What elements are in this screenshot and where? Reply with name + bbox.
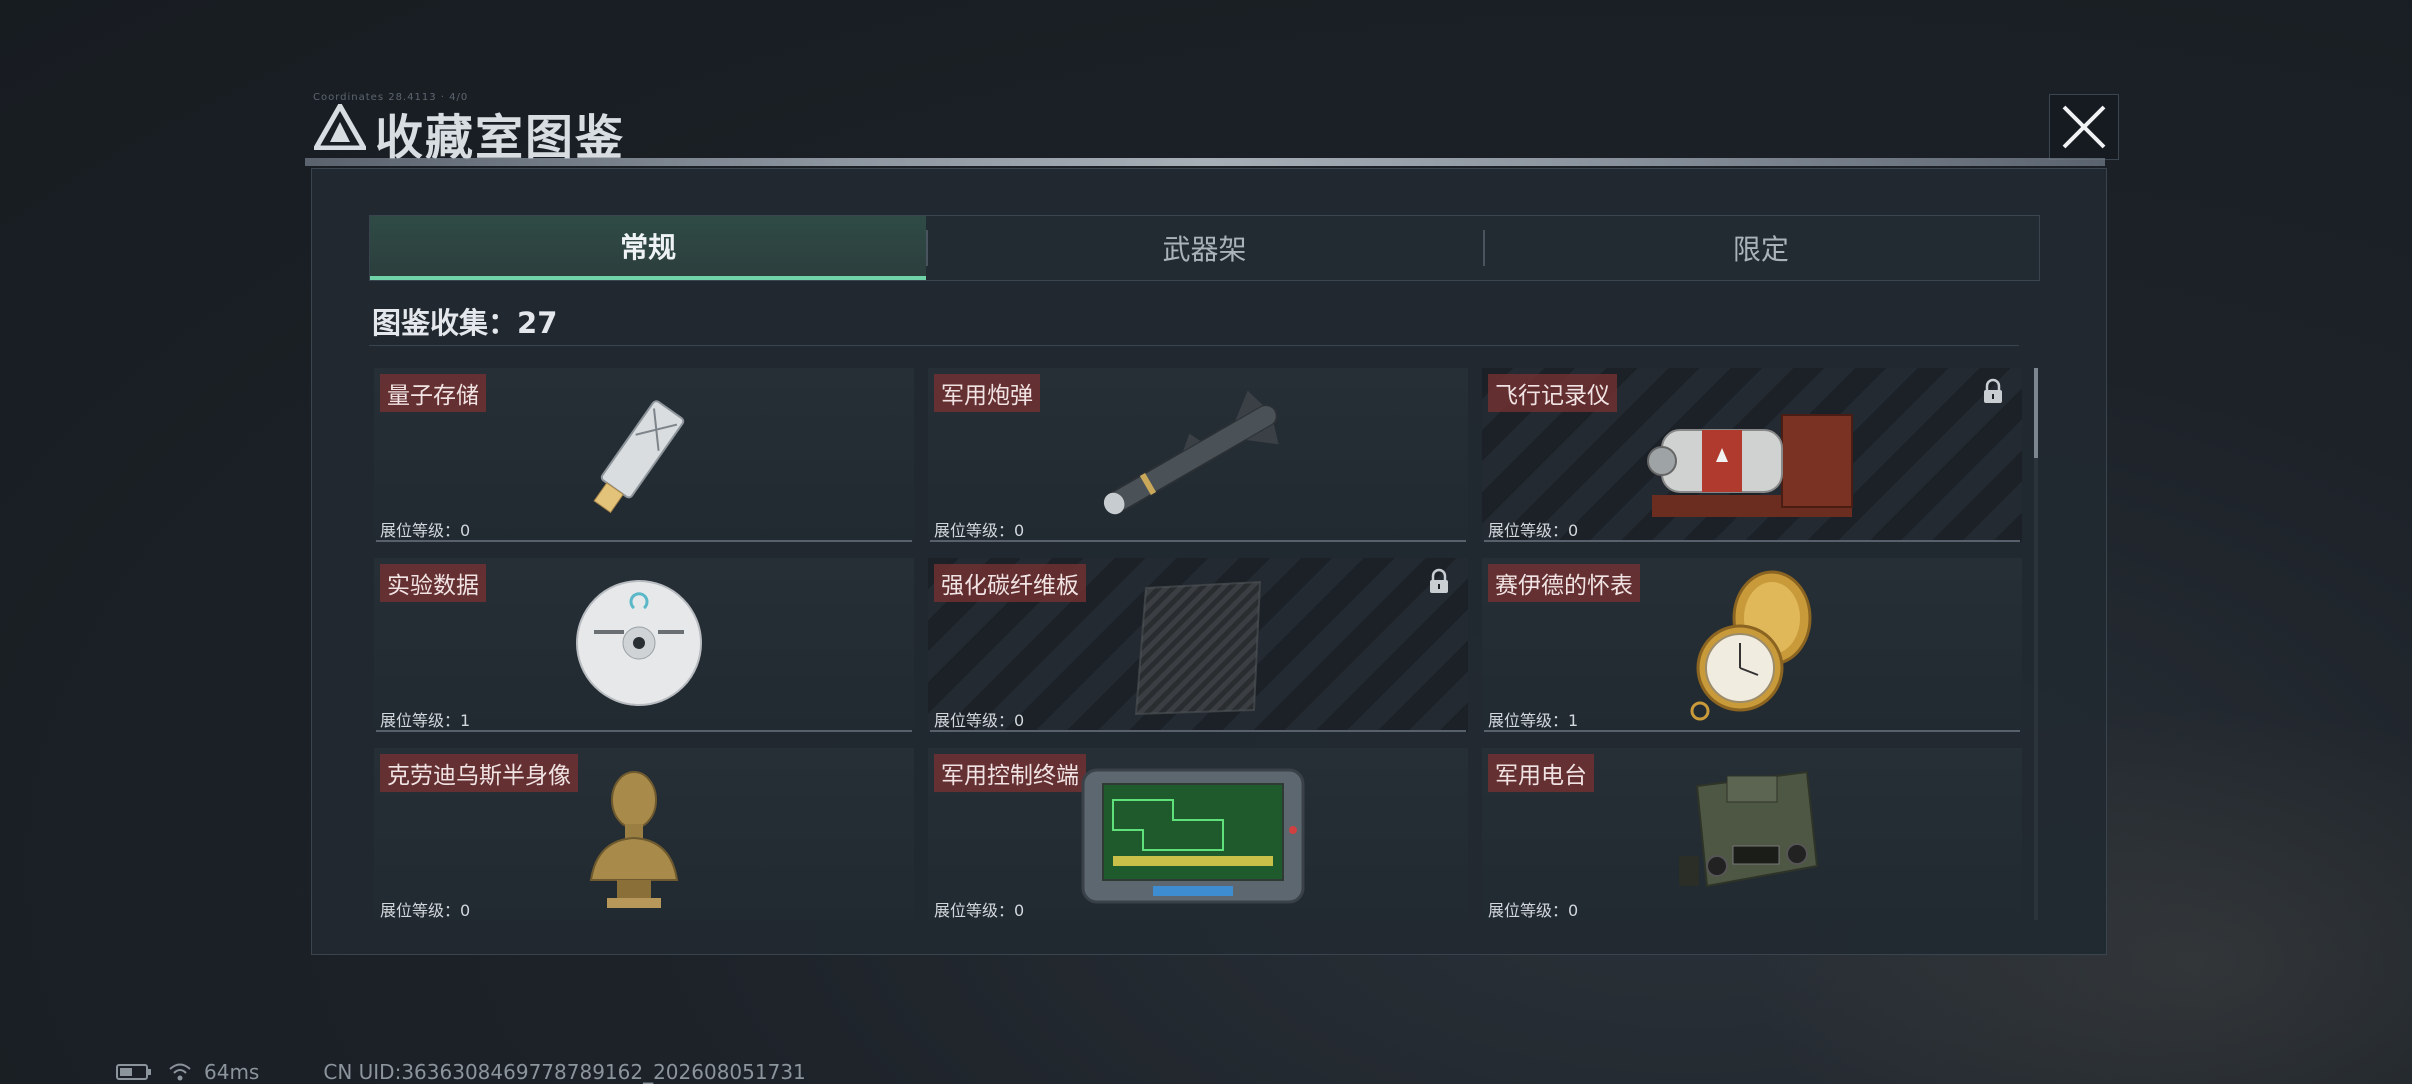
dialog-header: Coordinates 28.4113 · 4/0 收藏室图鉴 <box>305 92 2119 166</box>
item-level: 展位等级：0 <box>380 897 470 920</box>
flight-recorder-icon <box>1647 414 1853 517</box>
lock-icon <box>1984 378 2002 403</box>
item-card-quantum-storage[interactable]: 量子存储 展位等级：0 <box>374 368 914 542</box>
item-level-label: 展位等级： <box>380 521 461 540</box>
wifi-icon <box>169 1063 191 1081</box>
item-level: 展位等级：0 <box>934 517 1024 541</box>
item-name: 克劳迪乌斯半身像 <box>380 754 578 792</box>
item-level-value: 0 <box>1014 711 1025 730</box>
item-card-military-radio[interactable]: 军用电台 展位等级：0 <box>1482 748 2022 920</box>
item-level-value: 0 <box>460 521 471 540</box>
item-level-label: 展位等级： <box>934 711 1015 730</box>
lock-icon <box>1430 568 1448 593</box>
pocket-watch-icon <box>1690 570 1812 721</box>
item-grid: 量子存储 展位等级：0 军用炮弹 展位等级：0 飞行记录仪 展位等级：0 实验数… <box>374 368 2022 920</box>
item-card-pocket-watch[interactable]: 赛伊德的怀表 展位等级：1 <box>1482 558 2022 732</box>
item-name: 军用控制终端 <box>934 754 1086 792</box>
item-level-label: 展位等级： <box>1488 901 1569 920</box>
item-card-experiment-data[interactable]: 实验数据 展位等级：1 <box>374 558 914 732</box>
item-level-value: 0 <box>460 901 471 920</box>
item-level: 展位等级：0 <box>934 897 1024 920</box>
item-level: 展位等级：1 <box>1488 707 1578 731</box>
item-level-value: 0 <box>1568 521 1579 540</box>
uid-text: CN UID:3636308469778789162_202608051731 <box>323 1060 806 1084</box>
triangle-logo-icon <box>314 104 366 150</box>
item-card-bust[interactable]: 克劳迪乌斯半身像 展位等级：0 <box>374 748 914 920</box>
item-level-value: 0 <box>1014 901 1025 920</box>
missile-icon <box>1103 390 1279 515</box>
status-bar: 64ms CN UID:3636308469778789162_20260805… <box>116 1060 806 1084</box>
item-level: 展位等级：0 <box>1488 897 1578 920</box>
item-name: 强化碳纤维板 <box>934 564 1086 602</box>
collection-count-label: 图鉴收集： <box>372 306 518 340</box>
header-divider <box>305 158 2105 166</box>
ping-text: 64ms <box>204 1060 260 1084</box>
close-icon <box>2062 105 2106 149</box>
item-level: 展位等级：1 <box>380 707 470 731</box>
carbon-plate-icon <box>1134 580 1262 716</box>
item-card-carbon-plate[interactable]: 强化碳纤维板 展位等级：0 <box>928 558 1468 732</box>
item-name: 量子存储 <box>380 374 486 412</box>
tab-weapon-rack[interactable]: 武器架 <box>926 216 1482 280</box>
item-name: 军用炮弹 <box>934 374 1040 412</box>
battery-icon <box>116 1064 151 1080</box>
item-level-value: 1 <box>1568 711 1579 730</box>
item-level-label: 展位等级： <box>934 901 1015 920</box>
item-name: 军用电台 <box>1488 754 1594 792</box>
disc-icon <box>576 580 702 706</box>
collection-count-value: 27 <box>517 306 558 340</box>
tab-limited[interactable]: 限定 <box>1482 216 2039 280</box>
item-level-label: 展位等级： <box>380 901 461 920</box>
radio-icon <box>1679 770 1819 888</box>
item-card-flight-recorder[interactable]: 飞行记录仪 展位等级：0 <box>1482 368 2022 542</box>
item-level: 展位等级：0 <box>1488 517 1578 541</box>
item-card-control-terminal[interactable]: 军用控制终端 展位等级：0 <box>928 748 1468 920</box>
item-name: 赛伊德的怀表 <box>1488 564 1640 602</box>
item-level-value: 0 <box>1568 901 1579 920</box>
tab-regular[interactable]: 常规 <box>370 216 927 280</box>
tab-bar: 常规 武器架 限定 <box>369 215 2040 281</box>
scrollbar-thumb[interactable] <box>2034 368 2038 458</box>
item-level: 展位等级：0 <box>934 707 1024 731</box>
item-level-label: 展位等级： <box>934 521 1015 540</box>
item-name: 飞行记录仪 <box>1488 374 1617 412</box>
close-button[interactable] <box>2049 94 2119 160</box>
collection-count: 图鉴收集：27 <box>372 300 557 342</box>
control-terminal-icon <box>1081 768 1305 904</box>
item-level-label: 展位等级： <box>1488 521 1569 540</box>
item-level-label: 展位等级： <box>380 711 461 730</box>
item-level-value: 1 <box>460 711 471 730</box>
usb-drive-icon <box>593 400 685 514</box>
count-divider <box>369 345 2019 346</box>
bust-icon <box>589 771 679 908</box>
item-level: 展位等级：0 <box>380 517 470 541</box>
item-level-label: 展位等级： <box>1488 711 1569 730</box>
item-level-value: 0 <box>1014 521 1025 540</box>
item-name: 实验数据 <box>380 564 486 602</box>
item-card-military-shell[interactable]: 军用炮弹 展位等级：0 <box>928 368 1468 542</box>
